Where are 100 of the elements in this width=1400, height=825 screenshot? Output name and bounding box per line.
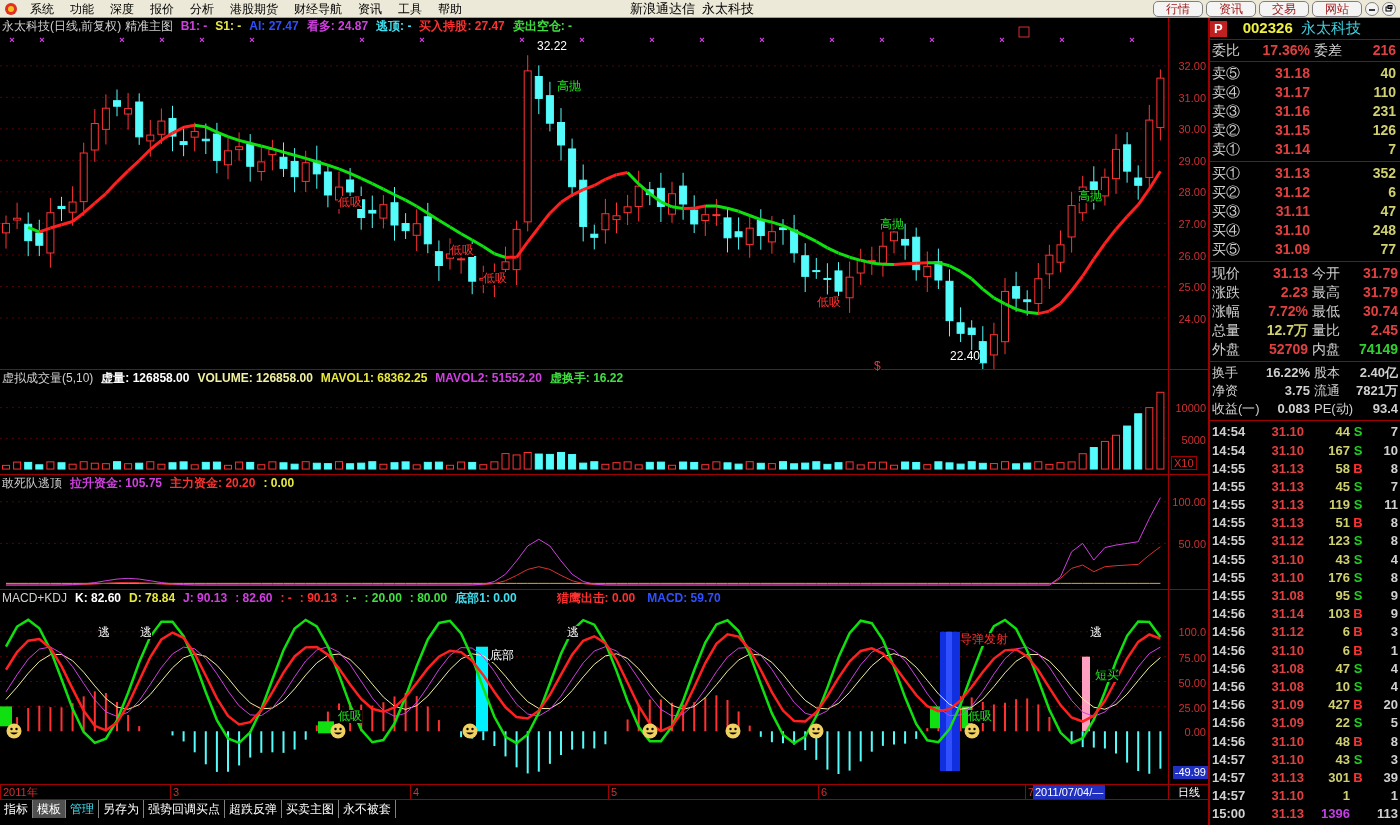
trade-price: 31.08: [1270, 677, 1304, 696]
trade-volume: 1: [1341, 787, 1350, 806]
indicator-value: 买入持股: 27.47: [419, 18, 505, 34]
trade-count: 8: [1389, 568, 1399, 587]
trade-count: 39: [1382, 768, 1399, 787]
trade-count: 4: [1389, 550, 1399, 569]
indicator-value: AI: 27.47: [249, 18, 299, 34]
nav-button[interactable]: 行情: [1153, 0, 1203, 17]
menu-item[interactable]: 财经导航: [286, 0, 350, 18]
trade-volume: 6: [1341, 623, 1350, 642]
nav-button[interactable]: 资讯: [1206, 0, 1256, 17]
trade-volume: 1396: [1320, 805, 1350, 824]
trade-side: S: [1352, 496, 1364, 515]
order-label: 买①: [1211, 164, 1241, 183]
trade-count: 113: [1376, 805, 1399, 824]
trade-time: 15:00: [1211, 805, 1247, 824]
trade-count: 8: [1389, 514, 1399, 533]
order-volume: 7: [1387, 140, 1397, 159]
indicator-value: : -: [280, 590, 292, 606]
order-label: 买③: [1211, 202, 1241, 221]
order-price: 31.17: [1273, 83, 1310, 102]
panel-title: 虚拟成交量(5,10): [2, 370, 94, 386]
order-price: 31.15: [1273, 121, 1310, 140]
order-volume: 40: [1379, 64, 1397, 83]
trade-volume: 10: [1334, 677, 1350, 696]
trade-side: S: [1352, 750, 1364, 769]
period-label: 日线: [1168, 785, 1208, 799]
trade-time: 14:55: [1211, 514, 1247, 533]
trade-price: 31.10: [1270, 732, 1304, 751]
menu-item[interactable]: 分析: [182, 0, 222, 18]
trade-volume: 22: [1334, 714, 1350, 733]
axis-label: 29.00: [1178, 154, 1206, 167]
stat-value: 31.79: [1361, 264, 1399, 283]
order-volume: 248: [1371, 221, 1397, 240]
stat-value: 74149: [1358, 340, 1399, 359]
trade-side: B: [1352, 623, 1364, 642]
stat-value: 2.45: [1369, 321, 1399, 340]
trade-time: 14:56: [1211, 605, 1247, 624]
trade-time: 14:54: [1211, 441, 1247, 460]
trade-count: 8: [1389, 532, 1399, 551]
indicator-value: K: 82.60: [75, 590, 122, 606]
stat-label: 股本: [1313, 364, 1341, 383]
axis-label: 30.00: [1178, 123, 1206, 136]
trade-price: 31.10: [1270, 641, 1304, 660]
indicator-value: : 90.13: [299, 590, 338, 606]
panel-title: MACD+KDJ: [2, 590, 67, 606]
nav-button[interactable]: 交易: [1259, 0, 1309, 17]
chart-annotation: 32.22: [537, 40, 568, 53]
menu-item[interactable]: 深度: [102, 0, 142, 18]
trade-price: 31.10: [1270, 750, 1304, 769]
chart-annotation: 短买: [1095, 669, 1119, 682]
menu-item[interactable]: 资讯: [350, 0, 390, 18]
nav-button[interactable]: 网站: [1312, 0, 1362, 17]
stock-name: 永太科技: [1300, 18, 1361, 39]
trade-time: 14:54: [1211, 423, 1247, 442]
indicator-value: 卖出空仓: -: [512, 18, 573, 34]
indicator-value: MAVOL2: 51552.20: [435, 370, 542, 386]
order-label: 卖②: [1211, 121, 1241, 140]
stat-label: 内盘: [1311, 340, 1341, 359]
order-price: 31.09: [1273, 240, 1310, 259]
trade-count: 5: [1389, 714, 1399, 733]
trade-volume: 51: [1334, 514, 1350, 533]
trade-price: 31.10: [1270, 550, 1304, 569]
panel-title: 永太科技(日线,前复权) 精准主图: [2, 18, 173, 34]
trade-time: 14:55: [1211, 496, 1247, 515]
indicator-value: 看多: 24.87: [306, 18, 369, 34]
trade-volume: 167: [1327, 441, 1350, 460]
menu-item[interactable]: 港股期货: [222, 0, 286, 18]
menu-item[interactable]: 帮助: [430, 0, 470, 18]
order-volume: 110: [1372, 83, 1397, 102]
trade-time: 14:56: [1211, 623, 1247, 642]
chart-annotation: 22.40: [950, 350, 981, 363]
stat-value: 12.7万: [1265, 321, 1308, 340]
chart-annotation: 高抛: [880, 218, 904, 231]
trade-price: 31.13: [1270, 459, 1304, 478]
chart-annotation: $: [874, 360, 881, 373]
trade-time: 14:55: [1211, 550, 1247, 569]
order-price: 31.11: [1274, 202, 1310, 221]
trade-time: 14:55: [1211, 477, 1247, 496]
stat-value: 30.74: [1361, 302, 1399, 321]
menu-item[interactable]: 报价: [142, 0, 182, 18]
trade-time: 14:55: [1211, 532, 1247, 551]
menu-item[interactable]: 系统: [22, 0, 62, 18]
stat-value: 93.4: [1371, 400, 1399, 419]
trade-volume: 301: [1327, 768, 1350, 787]
menu-item[interactable]: 工具: [390, 0, 430, 18]
trade-count: 3: [1389, 750, 1399, 769]
menu-item[interactable]: 功能: [62, 0, 102, 18]
trade-count: 9: [1389, 605, 1399, 624]
trade-side: B: [1352, 732, 1364, 751]
trade-count: 8: [1389, 732, 1399, 751]
stat-label: 现价: [1211, 264, 1241, 283]
axis-label: 32.00: [1178, 60, 1206, 72]
order-volume: 6: [1387, 183, 1397, 202]
axis-label: 5000: [1181, 434, 1206, 446]
indicator-value: B1: -: [180, 18, 208, 34]
trade-count: 11: [1383, 496, 1399, 515]
chart-annotation: 导弹发射: [960, 633, 1008, 646]
stat-value: 31.13: [1271, 264, 1308, 283]
template-tab[interactable]: 模板: [33, 800, 66, 818]
